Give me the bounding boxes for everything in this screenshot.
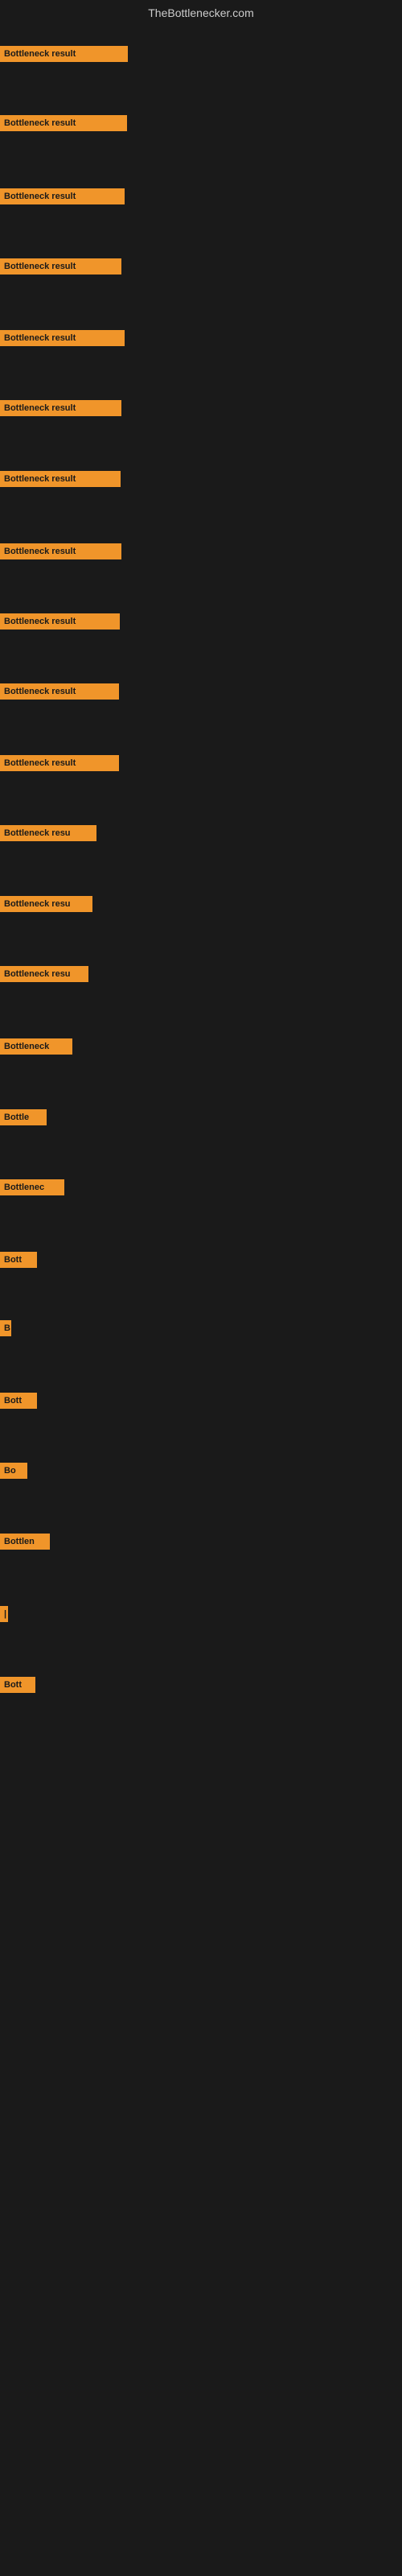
bar-row-23: | [0,1606,8,1622]
site-title: TheBottlenecker.com [0,0,402,23]
bar-label-9: Bottleneck result [0,613,120,630]
bar-label-4: Bottleneck result [0,258,121,275]
bar-label-21: Bo [0,1463,27,1479]
bar-row-22: Bottlen [0,1534,50,1550]
bar-label-23: | [0,1606,8,1622]
bar-row-13: Bottleneck resu [0,896,92,912]
bar-label-3: Bottleneck result [0,188,125,204]
bar-label-1: Bottleneck result [0,46,128,62]
bar-label-19: B [0,1320,11,1336]
bar-label-22: Bottlen [0,1534,50,1550]
bar-row-6: Bottleneck result [0,400,121,416]
bar-row-15: Bottleneck [0,1038,72,1055]
bar-row-18: Bott [0,1252,37,1268]
bar-row-11: Bottleneck result [0,755,119,771]
bar-label-10: Bottleneck result [0,683,119,700]
bar-row-4: Bottleneck result [0,258,121,275]
bar-label-12: Bottleneck resu [0,825,96,841]
bar-row-14: Bottleneck resu [0,966,88,982]
bar-row-19: B [0,1320,11,1336]
bar-row-12: Bottleneck resu [0,825,96,841]
bar-label-6: Bottleneck result [0,400,121,416]
bar-label-17: Bottlenec [0,1179,64,1195]
bar-row-1: Bottleneck result [0,46,128,62]
bar-row-5: Bottleneck result [0,330,125,346]
bar-label-18: Bott [0,1252,37,1268]
bar-label-11: Bottleneck result [0,755,119,771]
bar-row-24: Bott [0,1677,35,1693]
bar-label-14: Bottleneck resu [0,966,88,982]
bar-row-3: Bottleneck result [0,188,125,204]
bar-row-9: Bottleneck result [0,613,120,630]
bar-label-24: Bott [0,1677,35,1693]
bar-label-7: Bottleneck result [0,471,121,487]
bar-row-20: Bott [0,1393,37,1409]
bar-label-2: Bottleneck result [0,115,127,131]
bar-label-15: Bottleneck [0,1038,72,1055]
bar-row-16: Bottle [0,1109,47,1125]
bar-row-10: Bottleneck result [0,683,119,700]
bar-row-21: Bo [0,1463,27,1479]
bar-row-8: Bottleneck result [0,543,121,559]
bar-label-20: Bott [0,1393,37,1409]
bar-row-2: Bottleneck result [0,115,127,131]
bar-label-5: Bottleneck result [0,330,125,346]
bar-label-8: Bottleneck result [0,543,121,559]
bar-row-7: Bottleneck result [0,471,121,487]
bar-label-16: Bottle [0,1109,47,1125]
bar-label-13: Bottleneck resu [0,896,92,912]
bar-row-17: Bottlenec [0,1179,64,1195]
